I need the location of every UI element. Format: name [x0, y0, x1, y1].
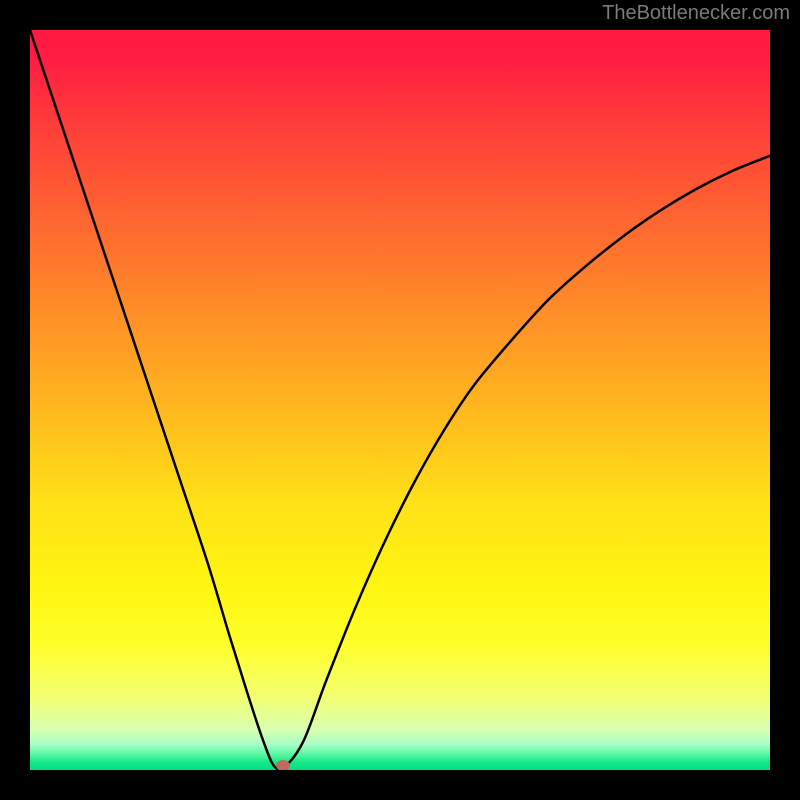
plot-area [30, 30, 770, 770]
bottleneck-curve [30, 30, 770, 770]
watermark-text: TheBottlenecker.com [602, 2, 790, 25]
optimum-marker [276, 760, 290, 770]
chart-container: TheBottlenecker.com [0, 0, 800, 800]
curve-svg [30, 30, 770, 770]
